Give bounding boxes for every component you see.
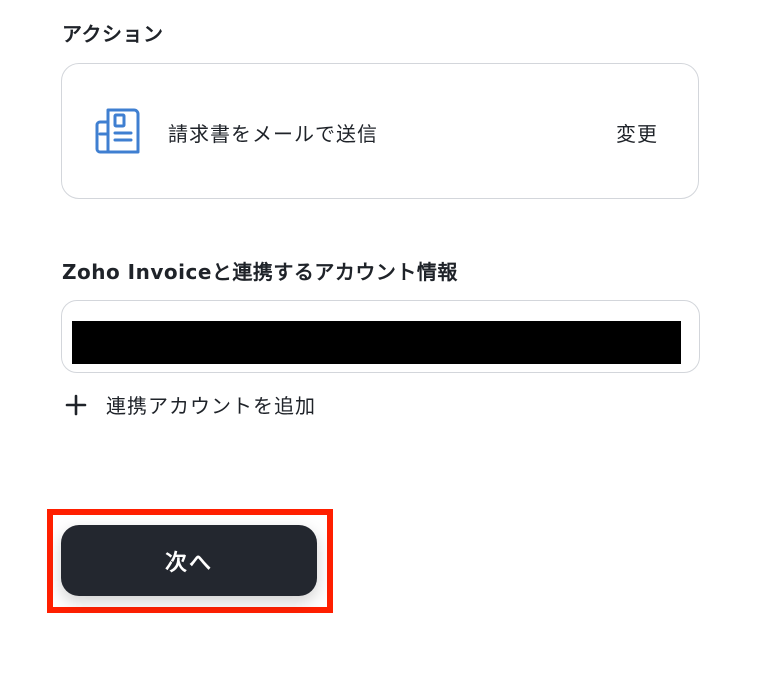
- add-account-label: 連携アカウントを追加: [106, 394, 316, 418]
- action-name: 請求書をメールで送信: [168, 122, 378, 146]
- account-select-field[interactable]: [61, 300, 700, 373]
- invoice-document-icon: [92, 104, 146, 158]
- action-section-label: アクション: [62, 22, 164, 46]
- plus-icon: [64, 393, 88, 417]
- add-account-button[interactable]: 連携アカウントを追加: [64, 390, 316, 419]
- account-section-label: Zoho Invoiceと連携するアカウント情報: [62, 260, 458, 284]
- redacted-account-value: [72, 321, 681, 364]
- action-card: 請求書をメールで送信 変更: [61, 63, 699, 199]
- change-action-button[interactable]: 変更: [616, 118, 658, 147]
- next-button[interactable]: 次へ: [61, 525, 317, 596]
